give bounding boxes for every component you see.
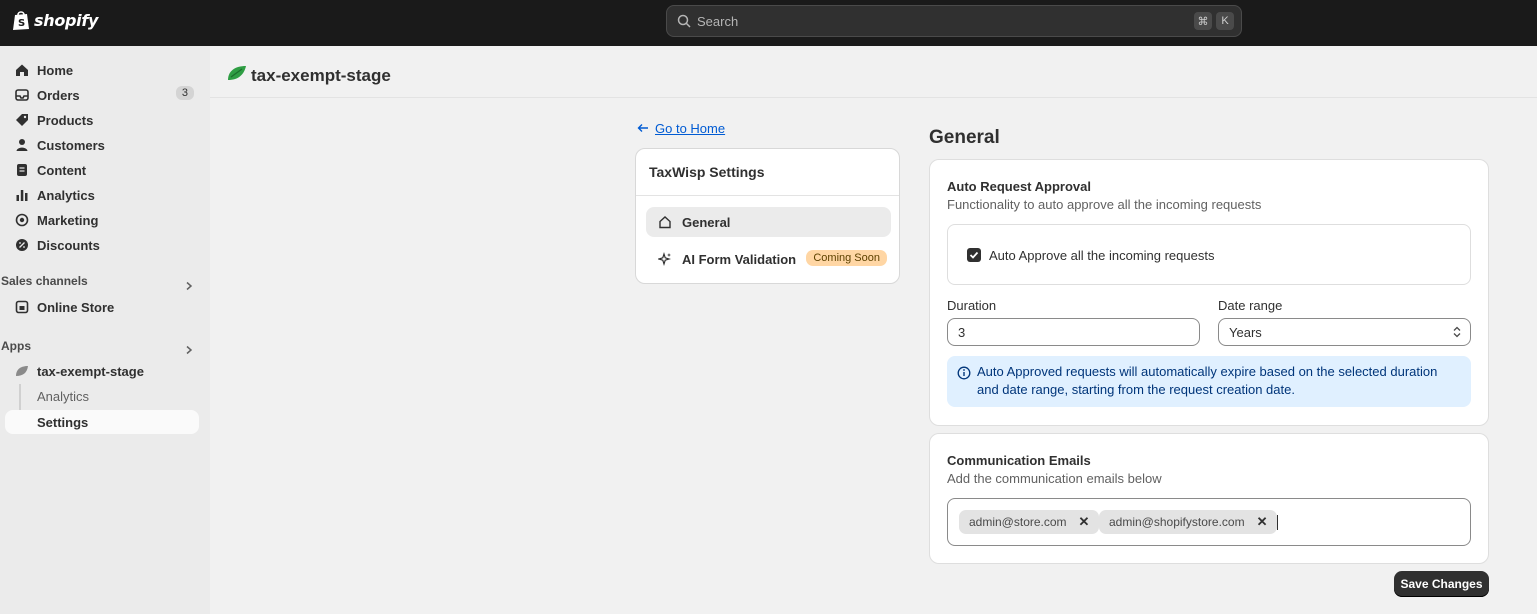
sidebar-item-orders[interactable]: Orders 3 (5, 83, 199, 107)
save-changes-button[interactable]: Save Changes (1394, 571, 1489, 597)
logo-text: shopify (34, 10, 99, 30)
auto-approval-card: Auto Request Approval Functionality to a… (929, 159, 1489, 426)
emails-title: Communication Emails (947, 453, 1091, 468)
coming-soon-badge: Coming Soon (806, 250, 887, 266)
checkmark-icon (969, 251, 979, 259)
settings-nav-label: General (682, 214, 731, 230)
home-icon (15, 63, 29, 77)
app-leaf-icon (15, 364, 29, 378)
discount-icon (15, 238, 29, 252)
file-icon (15, 163, 29, 177)
sidebar-item-label: Products (37, 112, 94, 128)
settings-nav-label: AI Form Validation (682, 251, 797, 267)
email-tag-text: admin@store.com (969, 515, 1067, 529)
bar-chart-icon (15, 188, 29, 202)
sidebar-item-discounts[interactable]: Discounts (5, 233, 199, 257)
shortcut-cmd-key: ⌘ (1194, 12, 1212, 30)
go-home-link[interactable]: Go to Home (637, 121, 725, 136)
store-icon (15, 300, 29, 314)
auto-approve-option-box: Auto Approve all the incoming requests (947, 224, 1471, 285)
sales-channels-heading[interactable]: Sales channels (1, 274, 88, 288)
chevron-right-icon[interactable] (184, 343, 194, 355)
search-icon (677, 14, 691, 28)
search-input[interactable]: Search ⌘ K (666, 5, 1242, 37)
shortcut-k-key: K (1216, 12, 1234, 30)
sidebar-subitem-settings[interactable]: Settings (5, 410, 199, 434)
sidebar-item-label: Analytics (37, 187, 95, 203)
duration-label: Duration (947, 298, 997, 313)
auto-approve-label[interactable]: Auto Approve all the incoming requests (989, 248, 1214, 263)
email-tag-text: admin@shopifystore.com (1109, 515, 1245, 529)
date-range-select[interactable]: Years (1218, 318, 1471, 346)
target-icon (15, 213, 29, 227)
go-home-label: Go to Home (655, 121, 726, 136)
sidebar-item-label: Content (37, 162, 87, 178)
section-title: General (929, 127, 1000, 148)
page-title-text: tax-exempt-stage (251, 65, 391, 85)
date-range-value: Years (1229, 324, 1262, 340)
auto-approval-title: Auto Request Approval (947, 179, 1091, 194)
communication-emails-card: Communication Emails Add the communicati… (929, 433, 1489, 564)
remove-tag-icon[interactable]: ✕ (1079, 514, 1090, 530)
settings-card-title: TaxWisp Settings (649, 164, 765, 180)
sidebar-item-products[interactable]: Products (5, 108, 199, 132)
orders-count-badge: 3 (175, 86, 194, 100)
info-icon (957, 366, 971, 380)
shopify-bag-icon: S (12, 9, 30, 31)
home-outline-icon (658, 215, 672, 229)
sidebar-item-label: Marketing (37, 212, 99, 228)
sidebar-item-marketing[interactable]: Marketing (5, 208, 199, 232)
search-placeholder: Search (697, 13, 739, 29)
svg-text:S: S (18, 18, 25, 29)
sidebar-item-label: Orders (37, 87, 80, 103)
email-tag: admin@shopifystore.com ✕ (1099, 510, 1278, 534)
duration-input[interactable]: 3 (947, 318, 1200, 346)
sidebar-item-content[interactable]: Content (5, 158, 199, 182)
sidebar-item-label: Home (37, 62, 74, 78)
email-tag: admin@store.com ✕ (959, 510, 1100, 534)
sidebar-item-label: tax-exempt-stage (37, 363, 144, 379)
emails-subtitle: Add the communication emails below (947, 471, 1162, 486)
sidebar-subitem-analytics[interactable]: Analytics (37, 389, 89, 404)
inbox-icon (15, 88, 29, 102)
sidebar-item-home[interactable]: Home (5, 58, 199, 82)
emails-input[interactable]: admin@store.com ✕ admin@shopifystore.com… (947, 498, 1471, 546)
sidebar-item-analytics[interactable]: Analytics (5, 183, 199, 207)
duration-value: 3 (958, 324, 966, 340)
sidebar-item-online-store[interactable]: Online Store (5, 295, 199, 319)
settings-nav-ai-form-validation[interactable]: AI Form Validation Coming Soon (646, 244, 891, 274)
info-banner-text: Auto Approved requests will automaticall… (977, 364, 1438, 397)
person-icon (15, 138, 29, 152)
sidebar-item-label: Settings (37, 414, 89, 430)
text-caret (1277, 515, 1278, 530)
apps-heading[interactable]: Apps (1, 339, 31, 353)
auto-approval-subtitle: Functionality to auto approve all the in… (947, 197, 1262, 212)
sidebar: Home Orders 3 Products Customers Content… (0, 46, 210, 614)
settings-nav-general[interactable]: General (646, 207, 891, 237)
sidebar-item-app[interactable]: tax-exempt-stage (5, 359, 199, 383)
shopify-logo[interactable]: S shopify (12, 9, 98, 31)
info-banner: Auto Approved requests will automaticall… (947, 356, 1471, 407)
sidebar-item-label: Discounts (37, 237, 100, 253)
sidebar-item-label: Online Store (37, 299, 115, 315)
sidebar-item-customers[interactable]: Customers (5, 133, 199, 157)
sparkle-icon (658, 252, 672, 266)
select-updown-icon (1453, 326, 1461, 341)
chevron-right-icon[interactable] (184, 279, 194, 291)
app-leaf-icon (227, 64, 247, 87)
page-header: tax-exempt-stage (210, 46, 1537, 98)
divider (636, 195, 899, 196)
tag-icon (15, 113, 29, 127)
date-range-label: Date range (1218, 298, 1283, 313)
settings-nav-card: TaxWisp Settings General AI Form Validat… (635, 148, 900, 284)
top-bar: S shopify Search ⌘ K (0, 0, 1537, 46)
remove-tag-icon[interactable]: ✕ (1257, 514, 1268, 530)
arrow-left-icon (637, 121, 649, 136)
page-title: tax-exempt-stage (227, 64, 391, 87)
auto-approve-checkbox[interactable] (967, 248, 981, 262)
sidebar-item-label: Customers (37, 137, 105, 153)
